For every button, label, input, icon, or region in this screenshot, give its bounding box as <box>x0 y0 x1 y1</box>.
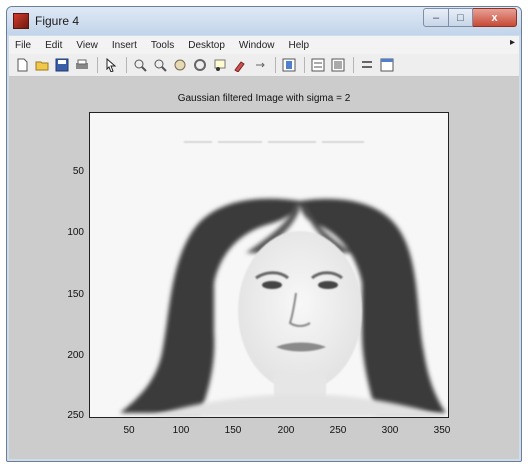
data-cursor-icon[interactable] <box>211 56 229 74</box>
plot-title: Gaussian filtered Image with sigma = 2 <box>177 93 351 104</box>
x-tick-label: 350 <box>433 425 451 436</box>
x-tick-label: 50 <box>123 425 135 436</box>
new-figure-icon[interactable] <box>13 56 31 74</box>
menu-edit[interactable]: Edit <box>38 40 69 51</box>
pan-icon[interactable] <box>171 56 189 74</box>
print-icon[interactable] <box>73 56 91 74</box>
image-axes <box>89 112 449 418</box>
y-tick-label: 200 <box>67 350 84 361</box>
legend-icon[interactable] <box>309 56 327 74</box>
save-icon[interactable] <box>53 56 71 74</box>
menu-tools[interactable]: Tools <box>144 40 181 51</box>
toolbar-separator <box>304 57 305 73</box>
menu-overflow-icon[interactable]: ▸ <box>510 37 515 48</box>
maximize-icon: □ <box>457 11 464 24</box>
faint-caption <box>184 141 364 143</box>
brush-icon[interactable] <box>231 56 249 74</box>
figure-toolbar <box>9 54 519 77</box>
y-tick-label: 150 <box>67 289 84 300</box>
hide-plot-tools-icon[interactable] <box>329 56 347 74</box>
close-icon: x <box>491 11 498 24</box>
menu-file[interactable]: File <box>9 40 38 51</box>
open-file-icon[interactable] <box>33 56 51 74</box>
menu-window[interactable]: Window <box>232 40 282 51</box>
y-tick-label: 100 <box>67 227 84 238</box>
maximize-button[interactable]: □ <box>449 8 473 27</box>
toolbar-separator <box>275 57 276 73</box>
x-tick-label: 250 <box>329 425 347 436</box>
toolbar-separator <box>97 57 98 73</box>
zoom-in-icon[interactable] <box>131 56 149 74</box>
sketch-image <box>90 113 448 417</box>
toolbar-separator <box>126 57 127 73</box>
window-controls: – □ x <box>423 8 517 28</box>
rotate-3d-icon[interactable] <box>191 56 209 74</box>
edit-plot-arrow-icon[interactable] <box>102 56 120 74</box>
x-tick-label: 150 <box>224 425 242 436</box>
menu-view[interactable]: View <box>69 40 105 51</box>
window-title: Figure 4 <box>35 14 80 28</box>
zoom-out-icon[interactable] <box>151 56 169 74</box>
minimize-button[interactable]: – <box>423 8 449 27</box>
docked-figure-icon[interactable] <box>378 56 396 74</box>
y-tick-label: 250 <box>67 410 84 421</box>
menu-insert[interactable]: Insert <box>105 40 144 51</box>
x-tick-label: 300 <box>381 425 399 436</box>
menu-desktop[interactable]: Desktop <box>181 40 232 51</box>
link-plot-icon[interactable] <box>251 56 269 74</box>
x-tick-label: 100 <box>172 425 190 436</box>
toolbar-separator <box>353 57 354 73</box>
title-bar[interactable]: Figure 4 – □ x <box>7 7 521 35</box>
matlab-icon <box>13 13 29 29</box>
show-plot-tools-icon[interactable] <box>358 56 376 74</box>
menu-bar: File Edit View Insert Tools Desktop Wind… <box>9 36 519 54</box>
close-button[interactable]: x <box>473 8 517 27</box>
minimize-icon: – <box>432 11 440 24</box>
menu-help[interactable]: Help <box>282 40 317 51</box>
y-tick-label: 50 <box>72 166 84 177</box>
colorbar-icon[interactable] <box>280 56 298 74</box>
x-tick-label: 200 <box>277 425 295 436</box>
